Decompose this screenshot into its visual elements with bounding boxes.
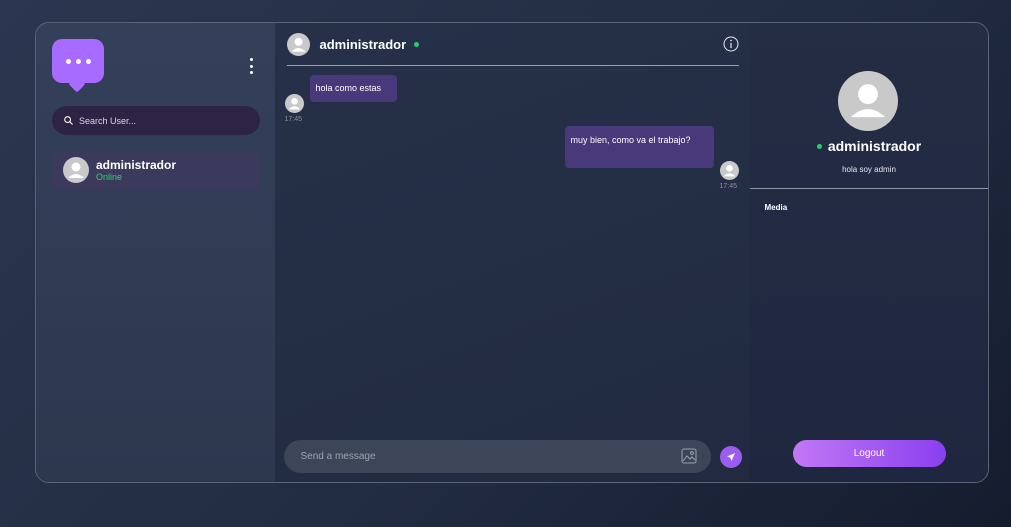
user-status: Online xyxy=(96,171,123,182)
search-icon xyxy=(64,116,73,125)
info-icon[interactable] xyxy=(723,36,739,52)
message-bubble: muy bien, como va el trabajo? xyxy=(564,126,714,168)
user-avatar-icon xyxy=(286,32,310,56)
contact-details-panel: administrador hola soy admin Media Logou… xyxy=(749,23,989,482)
kebab-menu-icon[interactable] xyxy=(246,58,256,74)
sidebar-user-administrador[interactable]: administrador Online xyxy=(52,151,260,189)
search-input[interactable] xyxy=(79,115,239,126)
send-icon xyxy=(726,453,735,461)
message-input[interactable] xyxy=(300,451,661,462)
message-time: 17:45 xyxy=(284,116,303,123)
send-button[interactable] xyxy=(719,446,742,468)
chat-contact-name: administrador xyxy=(319,36,407,52)
online-indicator xyxy=(414,41,420,47)
chat-panel: administrador hola como estas 17:45 muy … xyxy=(274,23,750,482)
chat-app: administrador Online administrador hola … xyxy=(35,22,989,483)
sidebar: administrador Online xyxy=(36,23,275,482)
details-name: administrador xyxy=(827,138,922,154)
chat-bubble-logo-icon xyxy=(52,39,104,83)
logout-button[interactable]: Logout xyxy=(792,440,946,467)
details-title: administrador xyxy=(750,138,989,154)
message-composer xyxy=(283,440,711,473)
details-bio: hola soy admin xyxy=(842,165,896,174)
search-bar xyxy=(52,106,260,135)
user-avatar-icon xyxy=(837,71,898,131)
online-indicator xyxy=(816,143,822,149)
user-name: administrador xyxy=(96,157,177,172)
divider xyxy=(749,188,988,189)
image-upload-icon[interactable] xyxy=(681,448,697,464)
message-time: 17:45 xyxy=(719,183,738,190)
user-avatar-icon xyxy=(284,94,304,113)
user-avatar-icon xyxy=(719,161,739,180)
media-label: Media xyxy=(764,203,788,212)
user-avatar-icon xyxy=(63,157,89,183)
message-sent: muy bien, como va el trabajo? 17:45 xyxy=(564,126,745,196)
chat-header: administrador xyxy=(286,23,739,66)
message-bubble: hola como estas xyxy=(309,75,397,102)
